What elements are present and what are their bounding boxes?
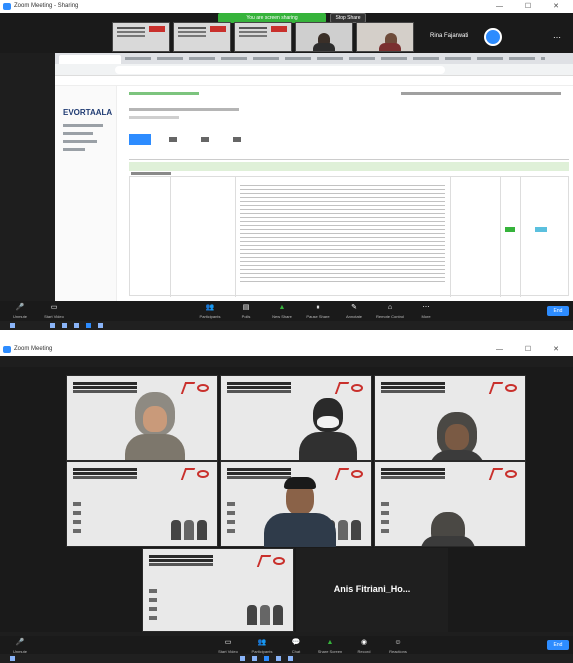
- participant-name-tile[interactable]: Anis Fitriani_Ho...: [296, 548, 448, 632]
- taskbar-app-icon[interactable]: [240, 656, 245, 661]
- participant-tile[interactable]: [142, 548, 294, 632]
- sidebar-item[interactable]: [63, 140, 97, 143]
- browser-tab[interactable]: [59, 55, 121, 64]
- tab-icon[interactable]: [169, 137, 177, 142]
- participant-tile[interactable]: [66, 375, 218, 461]
- zoom-app-icon: [3, 346, 11, 353]
- participants-button[interactable]: 👥 Participants: [196, 303, 224, 321]
- zoom-sharing-screenshot: Zoom Meeting - Sharing — ☐ ✕ You are scr…: [0, 0, 573, 330]
- view-button[interactable]: [535, 227, 547, 232]
- table-header: [129, 152, 569, 160]
- tab-icon[interactable]: [233, 137, 241, 142]
- participant-tile[interactable]: [374, 375, 526, 461]
- app-main-content: [121, 86, 573, 301]
- breadcrumb: [401, 92, 561, 95]
- start-icon[interactable]: [10, 323, 15, 328]
- remote-control-button[interactable]: ⌂ Remote Control: [376, 303, 404, 321]
- video-thumbnail[interactable]: [112, 22, 170, 52]
- window-title-bar: Zoom Meeting - Sharing — ☐ ✕: [0, 0, 573, 13]
- taskbar-app-icon[interactable]: [252, 656, 257, 661]
- app-sidebar: EVORTAALA: [55, 86, 117, 301]
- unmute-button[interactable]: 🎤 Unmute: [6, 303, 34, 321]
- zoom-app-icon: [3, 3, 11, 10]
- zoom-gallery-screenshot: Zoom Meeting — ☐ ✕ Anis Fitriani_Ho... 🎤…: [0, 343, 573, 663]
- action-tabs: [129, 134, 289, 145]
- page-title: [129, 108, 239, 111]
- taskbar-app-icon[interactable]: [98, 323, 103, 328]
- sidebar-item[interactable]: [63, 124, 103, 127]
- zoom-logo-icon[interactable]: [484, 28, 502, 46]
- window-title-bar: Zoom Meeting — ☐ ✕: [0, 343, 573, 356]
- windows-taskbar: [0, 654, 573, 663]
- participant-name: Rina Fajarwati: [430, 33, 469, 39]
- windows-taskbar: [0, 321, 573, 330]
- app-logo: EVORTAALA: [63, 108, 113, 117]
- taskbar-app-icon[interactable]: [74, 323, 79, 328]
- shared-browser-window: EVORTAALA: [55, 53, 573, 301]
- more-button[interactable]: ⋯ More: [412, 303, 440, 321]
- start-icon[interactable]: [10, 656, 15, 661]
- video-thumbnail[interactable]: [234, 22, 292, 52]
- taskbar-app-icon[interactable]: [62, 323, 67, 328]
- page-subtitle: [129, 116, 179, 119]
- video-thumbnail[interactable]: [356, 22, 414, 52]
- video-button[interactable]: ▭ Start Video: [40, 303, 68, 321]
- tab-active[interactable]: [129, 134, 151, 145]
- participant-tile[interactable]: [374, 461, 526, 547]
- participant-name-label: Anis Fitriani_Ho...: [333, 584, 411, 594]
- sidebar-item[interactable]: [63, 132, 93, 135]
- video-thumbnail-strip: [112, 22, 414, 52]
- video-thumbnail[interactable]: [173, 22, 231, 52]
- meeting-top-bar: You are screen sharing Stop Share Rina F…: [0, 13, 573, 53]
- taskbar-app-icon[interactable]: [86, 323, 91, 328]
- end-meeting-button[interactable]: End: [547, 640, 569, 650]
- tab-icon[interactable]: [201, 137, 209, 142]
- window-controls[interactable]: — ☐ ✕: [496, 0, 569, 13]
- window-title: Zoom Meeting: [14, 346, 53, 352]
- taskbar-app-icon[interactable]: [276, 656, 281, 661]
- pause-share-button[interactable]: ⏸ Pause Share: [304, 303, 332, 321]
- meeting-toolbar: 🎤 Unmute ▭ Start Video 👥 Participants 💬 Chat…: [0, 636, 573, 654]
- participant-tile[interactable]: [220, 375, 372, 461]
- bookmarks-bar: [55, 76, 573, 86]
- video-thumbnail[interactable]: [295, 22, 353, 52]
- browser-address-bar: [55, 64, 573, 76]
- window-title: Zoom Meeting - Sharing: [14, 3, 79, 9]
- annotate-button[interactable]: ✎ Annotate: [340, 303, 368, 321]
- participant-tile[interactable]: [66, 461, 218, 547]
- more-options-icon[interactable]: ⋯: [553, 33, 561, 42]
- edit-button[interactable]: [505, 227, 515, 232]
- taskbar-app-icon[interactable]: [264, 656, 269, 661]
- url-field[interactable]: [115, 66, 445, 74]
- sidebar-item[interactable]: [63, 148, 85, 151]
- polls-button[interactable]: ▤ Polls: [232, 303, 260, 321]
- taskbar-app-icon[interactable]: [288, 656, 293, 661]
- window-controls[interactable]: — ☐ ✕: [496, 343, 569, 356]
- gallery-view: Anis Fitriani_Ho...: [0, 367, 573, 632]
- table-row: [129, 176, 569, 297]
- taskbar-app-icon[interactable]: [50, 323, 55, 328]
- video-overlay: [220, 461, 372, 547]
- table-group-row: [129, 162, 569, 171]
- browser-tab-strip: [55, 53, 573, 64]
- new-share-button[interactable]: ▲ New Share: [268, 303, 296, 321]
- end-meeting-button[interactable]: End: [547, 306, 569, 316]
- row-text: [240, 185, 445, 285]
- table-section-label: [131, 172, 171, 175]
- meeting-toolbar: 🎤 Unmute ▭ Start Video 👥 Participants ▤ Poll…: [0, 301, 573, 321]
- breadcrumb[interactable]: [129, 92, 199, 95]
